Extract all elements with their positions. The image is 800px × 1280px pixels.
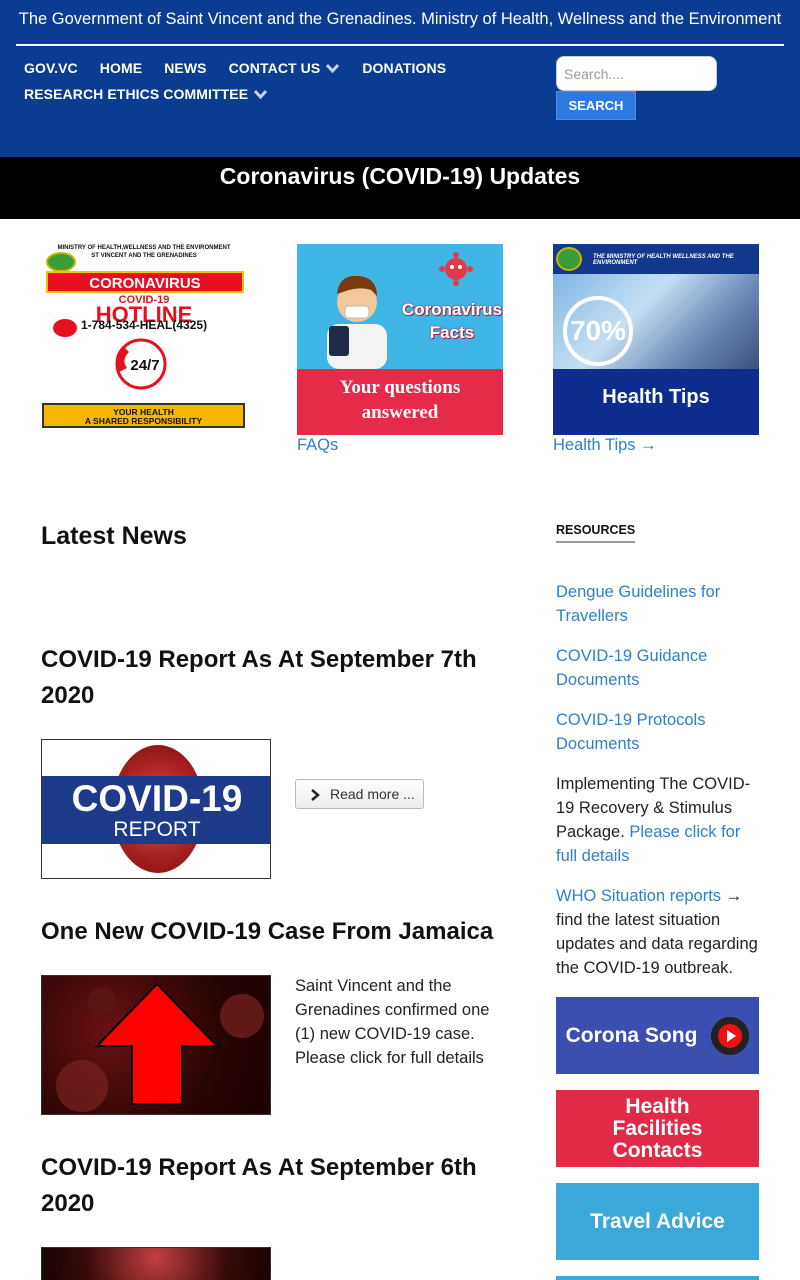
search-input[interactable] xyxy=(556,56,717,91)
secondary-nav: RESEARCH ETHICS COMMITTEE xyxy=(24,86,290,102)
coronavirus-facts-image[interactable]: Coronavirus Facts Your questions answere… xyxy=(297,244,503,435)
hotline-slogan-line2: A SHARED RESPONSIBILITY xyxy=(84,416,203,426)
corona-song-label: Corona Song xyxy=(565,1023,698,1047)
next-resource-button-edge[interactable] xyxy=(556,1276,759,1280)
faqs-link[interactable]: FAQs xyxy=(297,436,338,455)
hotline-poster[interactable]: MINISTRY OF HEALTH,WELLNESS AND THE ENVI… xyxy=(41,244,247,435)
red-arrow-up-icon xyxy=(56,982,264,1112)
hotline-phone-number: 1-784-534-HEAL(4325) xyxy=(81,318,208,332)
corona-song-button[interactable]: Corona Song xyxy=(556,997,759,1074)
government-title: The Government of Saint Vincent and the … xyxy=(18,10,782,28)
virus-icon xyxy=(439,252,473,286)
ministry-logo-icon xyxy=(46,252,76,272)
page-banner-title: Coronavirus (COVID-19) Updates xyxy=(0,157,800,219)
read-more-label: Read more ... xyxy=(330,786,415,802)
health-facilities-contacts-button[interactable]: Health Facilities Contacts xyxy=(556,1090,759,1167)
article-title-sept6[interactable]: COVID-19 Report As At September 6th 2020 xyxy=(41,1150,511,1222)
article-title-jamaica[interactable]: One New COVID-19 Case From Jamaica xyxy=(41,914,511,950)
thumb-report-text: REPORT xyxy=(113,818,201,841)
phone-icon xyxy=(53,319,77,337)
article-title-sept7[interactable]: COVID-19 Report As At September 7th 2020 xyxy=(41,642,511,714)
hotline-coronavirus-label: CORONAVIRUS xyxy=(46,271,244,293)
facts-title-line1: Coronavirus xyxy=(401,300,503,319)
facts-subtitle-line2: answered xyxy=(361,402,439,423)
tips-ministry-bar: THE MINISTRY OF HEALTH WELLNESS AND THE … xyxy=(553,244,759,274)
chevron-down-icon xyxy=(325,61,340,76)
nav-gov-vc[interactable]: GOV.VC xyxy=(24,60,78,76)
travel-advice-label: Travel Advice xyxy=(590,1209,725,1233)
read-more-button[interactable]: Read more ... xyxy=(295,779,424,809)
chevron-down-icon xyxy=(253,87,268,102)
hotline-ministry-line: MINISTRY OF HEALTH,WELLNESS AND THE ENVI… xyxy=(57,245,231,251)
nav-news[interactable]: NEWS xyxy=(164,60,206,76)
facts-subtitle: Your questions answered xyxy=(297,369,503,435)
resources-heading: RESOURCES xyxy=(556,523,636,543)
covid-guidance-link[interactable]: COVID-19 Guidance Documents xyxy=(556,644,761,692)
nav-home[interactable]: HOME xyxy=(100,60,142,76)
article-summary-jamaica: Saint Vincent and the Grenadines confirm… xyxy=(295,977,490,1067)
nav-contact-us-label: CONTACT US xyxy=(228,60,321,76)
covid-report-thumbnail[interactable]: COVID-19 REPORT xyxy=(41,739,271,879)
play-icon xyxy=(711,1016,750,1055)
nav-research-ethics-committee[interactable]: RESEARCH ETHICS COMMITTEE xyxy=(24,86,268,102)
who-reports-text: WHO Situation reports → find the latest … xyxy=(556,884,761,980)
tips-title: Health Tips xyxy=(553,369,759,435)
travel-advice-button[interactable]: Travel Advice xyxy=(556,1183,759,1260)
hotline-slogan: YOUR HEALTH A SHARED RESPONSIBILITY xyxy=(42,403,245,428)
header-divider xyxy=(16,44,784,46)
stimulus-package-text: Implementing The COVID-19 Recovery & Sti… xyxy=(556,772,761,868)
health-tips-image[interactable]: THE MINISTRY OF HEALTH WELLNESS AND THE … xyxy=(553,244,759,435)
health-tips-link[interactable]: Health Tips → xyxy=(553,436,657,455)
hotline-247-icon: 24/7 xyxy=(107,338,175,390)
dengue-guidelines-link[interactable]: Dengue Guidelines for Travellers xyxy=(556,580,761,628)
search-button[interactable]: SEARCH xyxy=(556,91,636,120)
thumb-covid-text: COVID-19 xyxy=(71,778,243,819)
facts-title-line2: Facts xyxy=(429,323,475,342)
doctor-illustration-icon xyxy=(319,264,394,369)
new-case-thumbnail[interactable] xyxy=(41,975,271,1115)
covid-protocols-link[interactable]: COVID-19 Protocols Documents xyxy=(556,708,761,756)
chevron-right-icon xyxy=(310,788,320,801)
facts-subtitle-line1: Your questions xyxy=(339,377,461,398)
who-situation-reports-link[interactable]: WHO Situation reports xyxy=(556,887,721,905)
facts-title: Coronavirus Facts xyxy=(400,298,503,344)
nav-contact-us[interactable]: CONTACT US xyxy=(229,60,341,76)
covid-report-sept6-thumbnail[interactable] xyxy=(41,1247,271,1280)
hotline-hours: 24/7 xyxy=(130,357,159,374)
site-header: The Government of Saint Vincent and the … xyxy=(0,0,800,157)
nav-donations[interactable]: DONATIONS xyxy=(362,60,446,76)
nav-research-ethics-label: RESEARCH ETHICS COMMITTEE xyxy=(24,86,249,102)
ministry-logo-icon xyxy=(556,247,582,271)
tips-percent-badge: 70% xyxy=(563,296,633,366)
health-facilities-label: Health Facilities Contacts xyxy=(612,1094,703,1162)
latest-news-heading: Latest News xyxy=(41,522,187,550)
main-nav: GOV.VC HOME NEWS CONTACT US DONATIONS xyxy=(24,60,468,76)
